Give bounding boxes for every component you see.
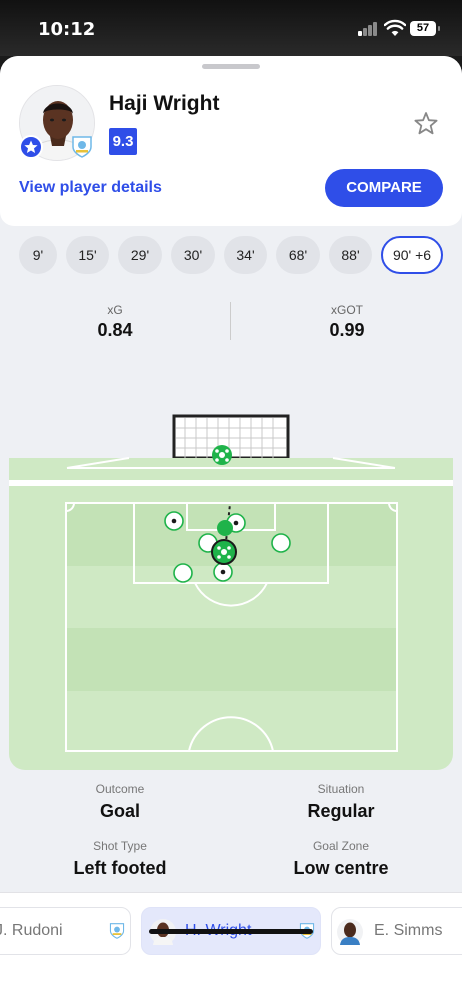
player-name: Haji Wright	[109, 92, 220, 115]
player-card-name: J. Rudoni	[0, 922, 63, 939]
shot-marker[interactable]	[213, 562, 233, 582]
xg-label: xG	[107, 303, 123, 317]
goal-zone-value: Low centre	[293, 858, 389, 878]
goal-zone-info: Goal Zone Low centre	[251, 839, 431, 879]
situation-info: Situation Regular	[251, 782, 431, 822]
xgot-stat: xGOT 0.99	[287, 303, 407, 341]
wifi-icon	[384, 19, 406, 36]
shot-map-sheet: Haji Wright 9.3 View player details COMP…	[0, 56, 462, 1000]
shot-chip-15[interactable]: 15'	[66, 236, 109, 274]
status-bar: 10:12 57	[0, 0, 462, 56]
shot-chip-34[interactable]: 34'	[224, 236, 267, 274]
club-crest-icon	[72, 136, 92, 158]
compare-button[interactable]: COMPARE	[325, 169, 443, 207]
shot-map-pitch	[9, 358, 453, 770]
favorite-star-badge-icon	[19, 135, 43, 159]
shot-chip-90-plus-6[interactable]: 90' +6	[381, 236, 443, 274]
player-card-rudoni[interactable]: J. Rudoni	[0, 907, 131, 955]
shot-marker[interactable]	[173, 563, 193, 583]
shot-type-label: Shot Type	[93, 839, 147, 853]
shot-time-selector: 9' 15' 29' 30' 34' 68' 88' 90' +6	[0, 236, 462, 276]
shot-marker[interactable]	[164, 511, 184, 531]
xgot-label: xGOT	[331, 303, 363, 317]
xg-stat: xG 0.84	[55, 303, 175, 341]
shot-chip-29[interactable]: 29'	[118, 236, 162, 274]
outcome-info: Outcome Goal	[30, 782, 210, 822]
player-card-simms[interactable]: E. Simms	[331, 907, 462, 955]
ball-in-goal-icon	[212, 445, 232, 465]
shot-type-value: Left footed	[73, 858, 167, 878]
home-indicator[interactable]	[149, 929, 313, 934]
situation-label: Situation	[317, 782, 365, 796]
selected-goal-shot-marker[interactable]	[211, 539, 237, 565]
player-rating-badge: 9.3	[109, 128, 137, 155]
shot-chip-68[interactable]: 68'	[276, 236, 320, 274]
shot-chip-9[interactable]: 9'	[19, 236, 57, 274]
shot-chip-30[interactable]: 30'	[171, 236, 215, 274]
stat-divider	[230, 302, 231, 340]
star-outline-icon[interactable]	[412, 110, 440, 138]
xg-value: 0.84	[97, 320, 133, 340]
player-header-card: Haji Wright 9.3 View player details COMP…	[0, 56, 462, 226]
battery-icon: 57	[410, 21, 440, 36]
player-avatar	[337, 919, 363, 945]
situation-value: Regular	[307, 801, 375, 821]
goal-zone-label: Goal Zone	[312, 839, 370, 853]
shot-marker[interactable]	[271, 533, 291, 553]
clock: 10:12	[38, 19, 96, 40]
goal-shot-marker[interactable]	[217, 520, 233, 536]
shot-chip-88[interactable]: 88'	[329, 236, 372, 274]
player-card-name: E. Simms	[374, 922, 443, 939]
club-crest-icon	[109, 923, 125, 939]
view-player-details-link[interactable]: View player details	[19, 179, 162, 197]
player-switcher: J. Rudoni H. Wright E.	[0, 892, 462, 1000]
shot-type-info: Shot Type Left footed	[30, 839, 210, 879]
xgot-value: 0.99	[329, 320, 365, 340]
outcome-label: Outcome	[95, 782, 145, 796]
cellular-signal-icon	[358, 22, 378, 36]
outcome-value: Goal	[99, 801, 140, 821]
sheet-drag-handle[interactable]	[202, 64, 260, 69]
